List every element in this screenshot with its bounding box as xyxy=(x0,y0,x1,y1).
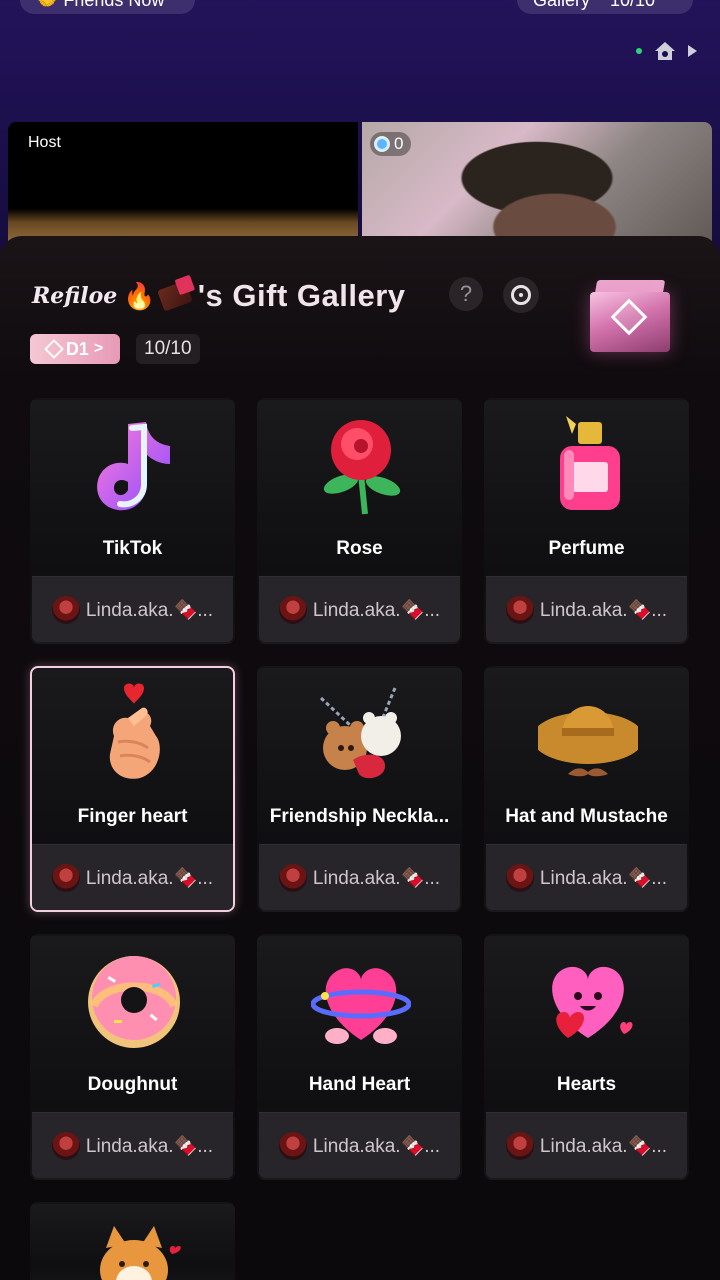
gift-giver[interactable]: Linda.aka.🍫... xyxy=(486,1112,687,1178)
gift-name: Doughnut xyxy=(87,1074,178,1095)
gift-giver[interactable]: Linda.aka.🍫... xyxy=(486,844,687,910)
avatar xyxy=(51,863,80,892)
coin-icon xyxy=(374,136,390,152)
avatar xyxy=(278,1131,307,1160)
chocolate-icon xyxy=(156,280,193,312)
giver-name: Linda.aka.🍫... xyxy=(539,599,668,621)
gift-name: Perfume xyxy=(548,538,625,559)
title-suffix: 's Gift Gallery xyxy=(197,278,406,313)
giver-name: Linda.aka.🍫... xyxy=(312,599,441,621)
gift-card[interactable]: Friendship Neckla... Linda.aka.🍫... xyxy=(257,666,462,912)
gift-name: Hat and Mustache xyxy=(505,806,668,827)
guest-badge: 0 xyxy=(370,132,412,156)
hand-heart-gift-icon xyxy=(311,968,411,1044)
giver-name: Linda.aka.🍫... xyxy=(539,867,668,889)
finger-heart-gift-icon xyxy=(109,683,160,779)
help-button[interactable]: ? xyxy=(449,277,483,311)
gift-card[interactable]: Hat and Mustache Linda.aka.🍫... xyxy=(484,666,689,912)
gift-giver[interactable]: Linda.aka.🍫... xyxy=(259,1112,460,1178)
history-icon xyxy=(511,285,531,305)
title-username: Refiloe xyxy=(32,283,118,309)
gift-card[interactable]: Perfume Linda.aka.🍫... xyxy=(484,398,689,644)
avatar xyxy=(505,595,534,624)
panel-title: Refiloe 🔥 's Gift Gallery xyxy=(32,276,406,316)
gift-name: Friendship Neckla... xyxy=(269,806,450,827)
level-text: D1 xyxy=(65,338,89,359)
gift-giver[interactable]: Linda.aka.🍫... xyxy=(259,576,460,642)
avatar xyxy=(505,863,534,892)
giver-name: Linda.aka.🍫... xyxy=(85,599,214,621)
doughnut-gift-icon xyxy=(88,956,180,1048)
gift-grid: TikTok Linda.aka.🍫... Rose Linda.aka.🍫..… xyxy=(30,398,690,1280)
gift-giver[interactable]: Linda.aka.🍫... xyxy=(32,576,233,642)
perfume-gift-icon xyxy=(560,416,620,510)
gift-card[interactable]: TikTok Linda.aka.🍫... xyxy=(30,398,235,644)
gift-card[interactable]: Hand Heart Linda.aka.🍫... xyxy=(257,934,462,1180)
gift-card[interactable]: Rose Linda.aka.🍫... xyxy=(257,398,462,644)
gift-gallery-panel: Refiloe 🔥 's Gift Gallery ? D1 > 10/10 T… xyxy=(0,236,720,1280)
gift-name: Hand Heart xyxy=(308,1074,411,1095)
friends-pill[interactable]: 🤝 Friends Now xyxy=(20,0,195,14)
avatar xyxy=(51,595,80,624)
online-dot-icon xyxy=(636,48,642,54)
play-icon[interactable] xyxy=(688,45,697,57)
gift-name: Finger heart xyxy=(77,806,188,827)
gallery-pill[interactable]: Gallery 10/10 xyxy=(517,0,693,14)
gift-card[interactable]: Doughnut Linda.aka.🍫... xyxy=(30,934,235,1180)
chevron-right-icon: > xyxy=(93,340,104,357)
avatar xyxy=(505,1131,534,1160)
gift-card[interactable]: Hearts Linda.aka.🍫... xyxy=(484,934,689,1180)
gallery-pill-label: Gallery xyxy=(533,0,591,10)
hearts-gift-icon xyxy=(552,966,633,1038)
top-icons xyxy=(622,36,718,66)
hat-and-mustache-gift-icon xyxy=(538,706,638,777)
giver-name: Linda.aka.🍫... xyxy=(539,1135,668,1157)
giver-name: Linda.aka.🍫... xyxy=(85,867,214,889)
gift-giver[interactable]: Linda.aka.🍫... xyxy=(486,576,687,642)
avatar xyxy=(278,595,307,624)
avatar xyxy=(51,1131,80,1160)
gallery-progress: 10/10 xyxy=(136,334,200,364)
level-row: D1 > 10/10 xyxy=(30,334,200,366)
guest-count: 0 xyxy=(394,134,404,153)
gallery-pill-count: 10/10 xyxy=(610,0,656,10)
fire-icon: 🔥 xyxy=(123,280,156,311)
avatar xyxy=(278,863,307,892)
gem-icon xyxy=(43,339,64,359)
home-icon[interactable] xyxy=(654,41,676,61)
giver-name: Linda.aka.🍫... xyxy=(312,867,441,889)
gift-name: TikTok xyxy=(102,538,163,559)
gift-giver[interactable]: Linda.aka.🍫... xyxy=(259,844,460,910)
gift-card[interactable] xyxy=(30,1202,235,1280)
level-badge[interactable]: D1 > xyxy=(30,334,120,364)
gift-giver[interactable]: Linda.aka.🍫... xyxy=(32,1112,233,1178)
tiktok-gift-icon xyxy=(97,422,170,511)
history-button[interactable] xyxy=(503,277,539,313)
gallery-cube-icon[interactable] xyxy=(588,276,672,356)
giver-name: Linda.aka.🍫... xyxy=(85,1135,214,1157)
rose-gift-icon xyxy=(323,420,401,515)
gift-giver[interactable]: Linda.aka.🍫... xyxy=(32,844,233,910)
gift-name: Rose xyxy=(336,538,383,559)
gift-name: Hearts xyxy=(556,1074,617,1095)
friendship-necklace-gift-icon xyxy=(319,687,401,779)
giver-name: Linda.aka.🍫... xyxy=(312,1135,441,1157)
gift-card[interactable]: Finger heart Linda.aka.🍫... xyxy=(30,666,235,912)
host-label: Host xyxy=(28,134,61,151)
corgi-gift-icon xyxy=(100,1226,181,1280)
